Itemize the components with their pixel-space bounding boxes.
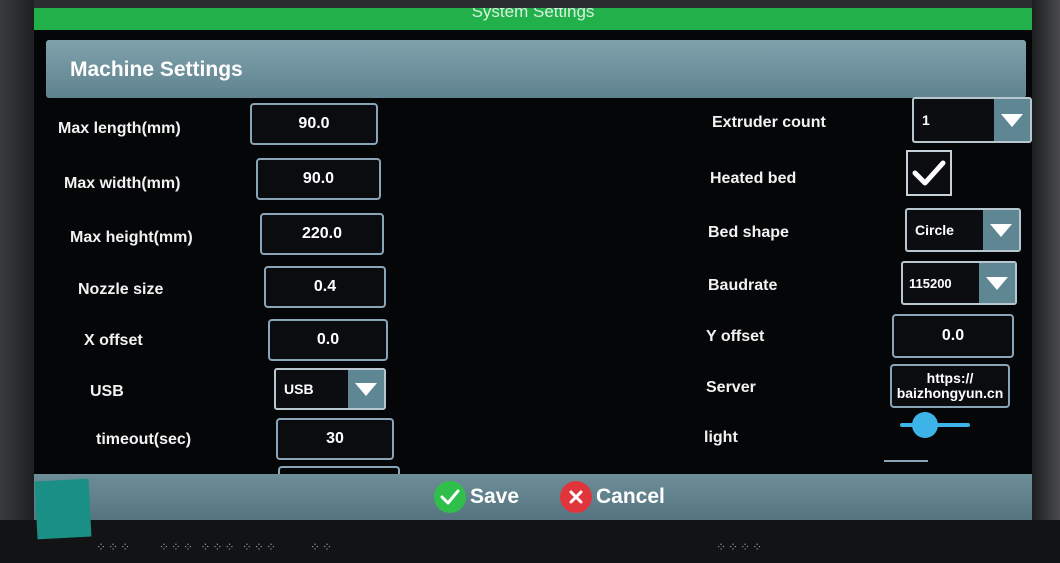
footer-bar: Save Cancel — [34, 474, 1032, 520]
chevron-down-icon[interactable] — [348, 370, 384, 408]
chevron-down-icon[interactable] — [979, 263, 1015, 303]
window-title: System Settings — [471, 8, 595, 21]
light-label: light — [704, 429, 738, 446]
bed-shape-value: Circle — [915, 222, 954, 238]
save-button[interactable]: Save — [434, 481, 519, 513]
cancel-button[interactable]: Cancel — [560, 481, 665, 513]
extruder-count-label: Extruder count — [712, 114, 826, 131]
usb-select[interactable]: USB — [274, 368, 386, 410]
timeout-input[interactable]: 30 — [276, 418, 394, 460]
extruder-count-value: 1 — [922, 112, 930, 128]
device-bezel-right — [1032, 0, 1060, 563]
nozzle-size-label: Nozzle size — [78, 281, 164, 298]
max-width-input[interactable]: 90.0 — [256, 158, 381, 200]
bed-shape-select[interactable]: Circle — [905, 208, 1021, 252]
usb-select-value: USB — [284, 381, 314, 397]
y-offset-label: Y offset — [706, 328, 765, 345]
section-header: Machine Settings — [46, 40, 1026, 98]
baudrate-value: 115200 — [909, 275, 952, 291]
max-width-label: Max width(mm) — [64, 175, 181, 192]
nozzle-size-input[interactable]: 0.4 — [264, 266, 386, 308]
x-circle-icon — [560, 481, 592, 513]
connector-pins: ⁘⁘⁘ ⁘⁘⁘ ⁘⁘⁘ ⁘⁘⁘ ⁘⁘ — [96, 540, 335, 554]
max-length-label: Max length(mm) — [58, 120, 181, 137]
screen: System Settings Machine Settings Max len… — [34, 8, 1032, 520]
check-icon — [912, 160, 946, 186]
save-label: Save — [470, 485, 520, 508]
usb-label: USB — [90, 383, 124, 400]
server-input[interactable]: https:// baizhongyun.cn — [890, 364, 1010, 408]
x-offset-label: X offset — [84, 332, 143, 349]
cancel-label: Cancel — [596, 485, 665, 508]
connector-pins-right: ⁘⁘⁘⁘ — [716, 540, 765, 554]
light-slider-thumb[interactable] — [911, 412, 938, 438]
max-height-input[interactable]: 220.0 — [260, 213, 384, 255]
check-circle-icon — [434, 481, 466, 513]
chevron-down-icon[interactable] — [983, 210, 1019, 250]
title-bar: System Settings — [34, 8, 1032, 30]
server-label: Server — [706, 379, 756, 396]
baudrate-label: Baudrate — [708, 277, 778, 294]
chevron-down-icon[interactable] — [994, 99, 1030, 141]
max-height-label: Max height(mm) — [70, 229, 193, 246]
y-offset-input[interactable]: 0.0 — [892, 314, 1014, 358]
heated-bed-checkbox[interactable] — [906, 150, 952, 196]
next-field-edge-right — [884, 460, 928, 472]
extruder-count-select[interactable]: 1 — [912, 97, 1032, 143]
heated-bed-label: Heated bed — [710, 170, 797, 187]
server-line-2: baizhongyun.cn — [896, 385, 1004, 401]
x-offset-input[interactable]: 0.0 — [268, 319, 388, 361]
baudrate-select[interactable]: 115200 — [901, 261, 1017, 305]
server-line-1: https:// — [926, 370, 974, 386]
device-bezel-left — [0, 0, 34, 563]
tape-strip — [34, 478, 92, 540]
section-title: Machine Settings — [70, 58, 243, 81]
bed-shape-label: Bed shape — [708, 224, 789, 241]
max-length-input[interactable]: 90.0 — [250, 103, 378, 145]
timeout-label: timeout(sec) — [96, 431, 192, 448]
